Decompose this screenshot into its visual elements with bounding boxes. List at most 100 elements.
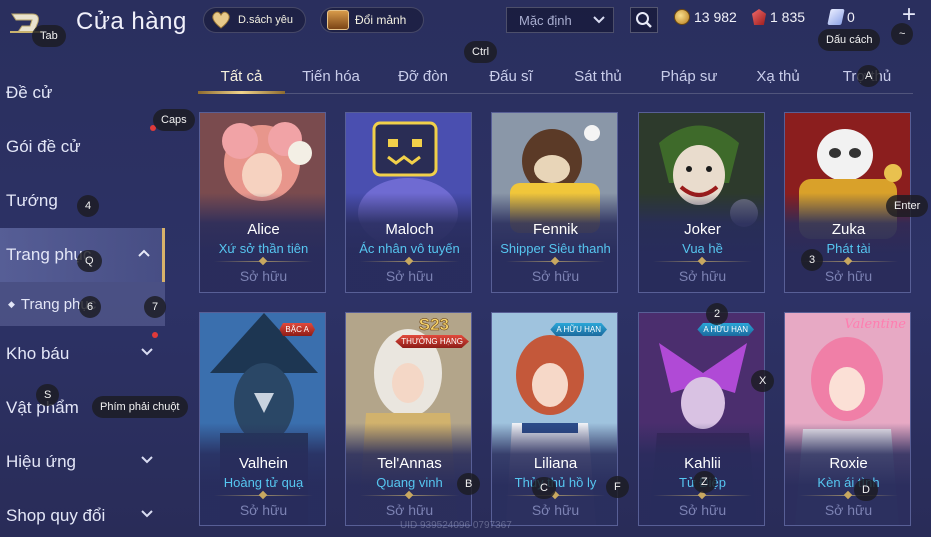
skin-card[interactable]: S23 THƯỞNG HẠNG Tel'Annas Quang vinh Sở … [345, 312, 472, 526]
sidebar-item-label: Kho báu [6, 344, 70, 363]
sidebar-item-effects[interactable]: Hiệu ứng [0, 435, 165, 489]
key-hint: Q [77, 250, 102, 272]
skin-name: Vua hề [682, 241, 723, 256]
owned-status: Sở hữu [385, 502, 434, 518]
ticket-icon [827, 9, 845, 25]
skin-name: Kèn ái tình [817, 475, 880, 490]
owned-status: Sở hữu [531, 268, 580, 284]
role-filter-tabs: Tất cả Tiến hóa Đỡ đòn Đấu sĩ Sát thủ Ph… [198, 60, 913, 94]
owned-status: Sở hữu [239, 502, 288, 518]
owned-status: Sở hữu [531, 502, 580, 518]
gold-coin-icon [674, 9, 690, 25]
sidebar-item-label: Tướng [6, 191, 58, 210]
skin-card[interactable]: Fennik Shipper Siêu thanh Sở hữu [491, 112, 618, 293]
owned-status: Sở hữu [824, 268, 873, 284]
hero-name: Roxie [829, 455, 868, 472]
owned-status: Sở hữu [678, 502, 727, 518]
hero-name: Liliana [533, 455, 578, 472]
skin-name: Xứ sở thần tiên [218, 241, 309, 256]
key-hint: 2 [706, 303, 729, 325]
key-hint: B [457, 473, 481, 495]
chevron-up-icon [138, 249, 150, 257]
owned-status: Sở hữu [678, 268, 727, 284]
chevron-down-icon [141, 510, 153, 518]
tab-all[interactable]: Tất cả [198, 68, 285, 85]
skin-name: Hoàng tử quạ [223, 475, 304, 490]
fragments-exchange-button[interactable]: Đổi mảnh [320, 7, 424, 33]
limited-badge: A HỮU HẠN [697, 323, 754, 336]
sidebar-item-label: Đề cử [6, 83, 53, 102]
skin-name: Ác nhân vô tuyến [359, 241, 460, 256]
gold-balance: 13 982 [674, 9, 737, 25]
sort-value: Mặc định [519, 12, 572, 28]
hero-name: Alice [247, 221, 280, 238]
event-tag: Valentine [844, 317, 906, 332]
tier-badge: BẬC A [279, 323, 315, 336]
chevron-down-icon [593, 16, 605, 24]
sort-dropdown[interactable]: Mặc định [506, 7, 614, 33]
sidebar-item-featured[interactable]: Đề cử [0, 66, 165, 120]
sidebar-item-bundles[interactable]: Gói đề cử [0, 120, 165, 174]
key-hint: 7 [144, 296, 167, 318]
ticket-amount: 0 [847, 9, 855, 25]
tab-fighter[interactable]: Đấu sĩ [481, 68, 541, 85]
limited-badge: A HỮU HẠN [550, 323, 607, 336]
sidebar-item-treasure[interactable]: Kho báu [0, 327, 165, 381]
key-hint: C [532, 477, 556, 499]
rank-reward-badge: THƯỞNG HẠNG [395, 335, 469, 348]
hero-name: Maloch [385, 221, 434, 238]
search-button[interactable] [630, 7, 658, 33]
skin-card[interactable]: Valentine Roxie Kèn ái tình Sở hữu [784, 312, 911, 526]
ticket-balance: 0 [827, 9, 855, 25]
key-hint: X [751, 370, 775, 392]
owned-status: Sở hữu [239, 268, 288, 284]
hero-name: Fennik [532, 221, 579, 238]
user-id-watermark: UID 939524096 0797367 [400, 520, 512, 531]
sidebar-item-label: Gói đề cử [6, 137, 81, 156]
season-tag: S23 [418, 315, 449, 335]
tab-assassin[interactable]: Sát thủ [568, 68, 628, 85]
heart-icon [212, 11, 230, 29]
tab-mage[interactable]: Pháp sư [656, 68, 722, 85]
key-hint: 4 [77, 195, 100, 217]
key-hint: Tab [32, 25, 66, 47]
tab-marksman[interactable]: Xạ thủ [748, 68, 808, 85]
chevron-down-icon [141, 348, 153, 356]
key-hint: Dấu cách [818, 29, 881, 51]
bullet-icon: ◆ [8, 298, 15, 309]
chest-icon [327, 10, 349, 30]
key-hint: 6 [79, 296, 102, 318]
sidebar-item-label: Shop quy đổi [6, 506, 106, 525]
skin-card[interactable]: Joker Vua hề Sở hữu [638, 112, 765, 293]
key-hint: 3 [801, 249, 824, 271]
gold-amount: 13 982 [694, 9, 737, 25]
owned-status: Sở hữu [824, 502, 873, 518]
tab-tank[interactable]: Đỡ đòn [388, 68, 458, 85]
tab-evolution[interactable]: Tiến hóa [296, 68, 366, 85]
sidebar-item-exchange-shop[interactable]: Shop quy đổi [0, 489, 165, 537]
key-hint: D [854, 479, 878, 501]
skin-card[interactable]: Maloch Ác nhân vô tuyến Sở hữu [345, 112, 472, 293]
wishlist-label: D.sách yêu [237, 14, 294, 26]
skin-card[interactable]: A HỮU HẠN Kahlii Tử Điệp Sở hữu [638, 312, 765, 526]
owned-status: Sở hữu [385, 268, 434, 284]
wishlist-button[interactable]: D.sách yêu [203, 7, 306, 33]
skin-card[interactable]: BẬC A Valhein Hoàng tử quạ Sở hữu [199, 312, 326, 526]
hero-name: Joker [684, 221, 721, 238]
hero-name: Kahlii [684, 455, 721, 472]
ruby-amount: 1 835 [770, 9, 806, 25]
skin-card[interactable]: Alice Xứ sở thần tiên Sở hữu [199, 112, 326, 293]
sidebar-item-label: Hiệu ứng [6, 452, 76, 471]
skin-card[interactable]: A HỮU HẠN Liliana Thủy thủ hồ ly Sở hữu [491, 312, 618, 526]
key-hint: Z [693, 471, 716, 493]
chevron-down-icon [141, 456, 153, 464]
ruby-balance: 1 835 [752, 9, 805, 25]
active-tab-indicator [198, 91, 285, 94]
key-hint: Ctrl [464, 41, 498, 63]
hero-name: Zuka [831, 221, 866, 238]
skin-name: Shipper Siêu thanh [500, 241, 611, 256]
key-hint: A [857, 65, 881, 87]
key-hint: Enter [886, 195, 929, 217]
key-hint: Caps [153, 109, 195, 131]
skin-name: Quang vinh [376, 475, 443, 490]
